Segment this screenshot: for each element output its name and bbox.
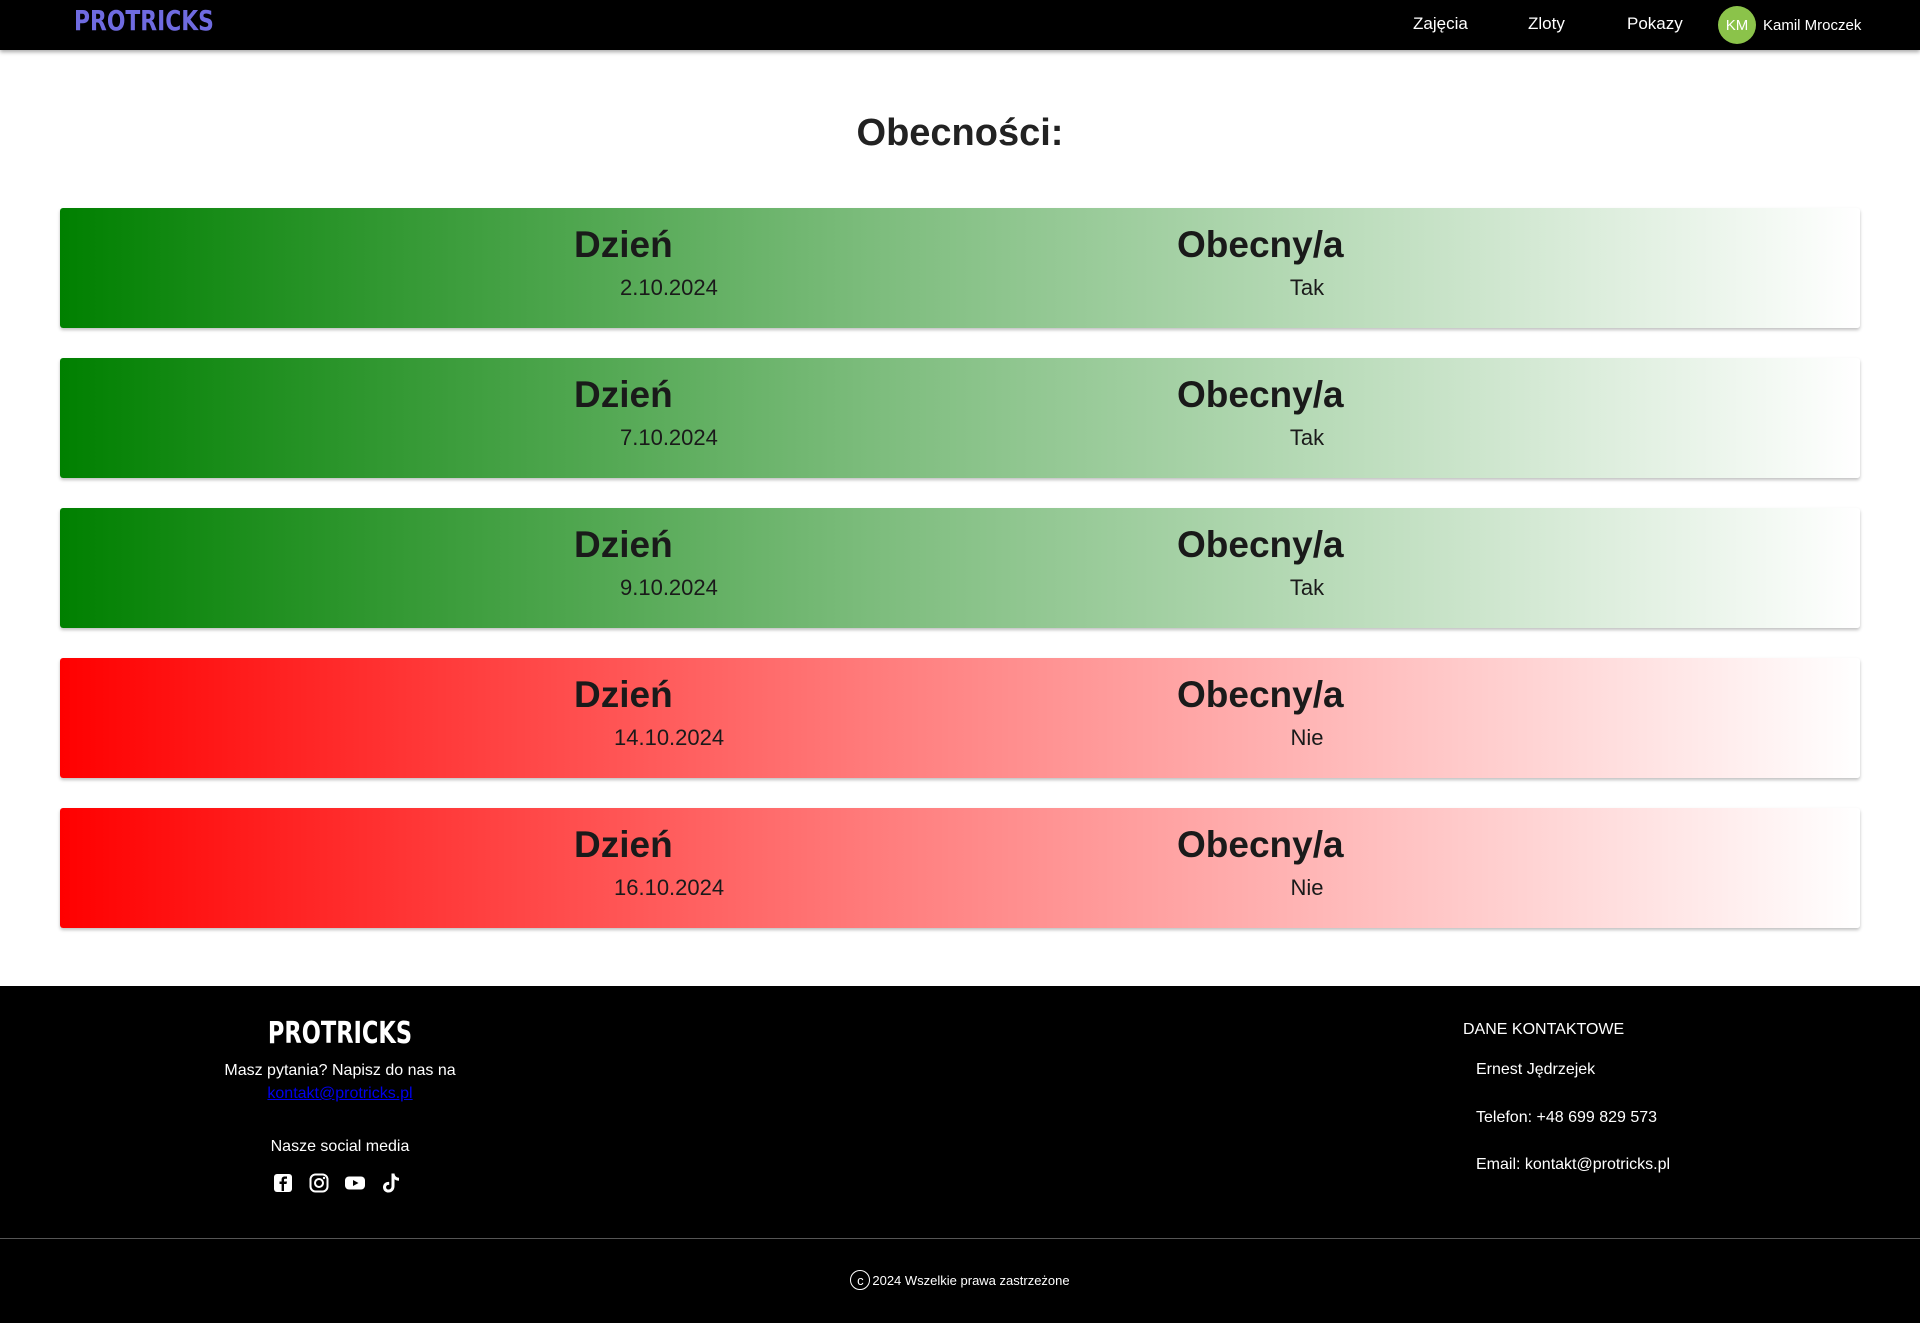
day-heading: Dzień	[574, 674, 673, 715]
contact-name: Ernest Jędrzejek	[1476, 1061, 1596, 1078]
day-heading: Dzień	[574, 374, 673, 415]
present-column: Obecny/a Nie	[1177, 674, 1437, 751]
present-value: Tak	[1289, 275, 1325, 300]
present-value: Nie	[1290, 725, 1324, 750]
day-column: Dzień 9.10.2024	[574, 524, 814, 601]
facebook-icon[interactable]	[272, 1172, 294, 1194]
present-heading: Obecny/a	[1177, 674, 1344, 715]
present-column: Obecny/a Tak	[1177, 374, 1437, 451]
youtube-icon[interactable]	[344, 1172, 366, 1194]
attendance-card: Dzień 9.10.2024 Obecny/a Tak	[60, 508, 1860, 628]
footer-email-link[interactable]: kontakt@protricks.pl	[267, 1085, 412, 1102]
footer-logo: PROTRICKS	[267, 1016, 413, 1051]
nav-link-zloty[interactable]: Zloty	[1528, 14, 1565, 34]
day-column: Dzień 16.10.2024	[574, 824, 814, 901]
day-heading: Dzień	[574, 524, 673, 565]
instagram-icon[interactable]	[308, 1172, 330, 1194]
page-title: Obecności:	[856, 112, 1064, 154]
avatar[interactable]: KM	[1718, 6, 1756, 44]
footer-question: Masz pytania? Napisz do nas na	[224, 1062, 456, 1079]
footer-divider	[0, 1238, 1920, 1239]
present-heading: Obecny/a	[1177, 374, 1344, 415]
footer-email-wrapper: kontakt@protricks.pl	[140, 1085, 540, 1103]
social-links	[272, 1172, 402, 1194]
present-value: Nie	[1290, 875, 1324, 900]
attendance-card: Dzień 2.10.2024 Obecny/a Tak	[60, 208, 1860, 328]
contact-phone: Telefon: +48 699 829 573	[1476, 1109, 1658, 1126]
attendance-card: Dzień 14.10.2024 Obecny/a Nie	[60, 658, 1860, 778]
present-column: Obecny/a Tak	[1177, 524, 1437, 601]
copyright: c 2024 Wszelkie prawa zastrzeżone	[0, 1270, 1920, 1290]
tiktok-icon[interactable]	[380, 1172, 402, 1194]
present-heading: Obecny/a	[1177, 524, 1344, 565]
day-heading: Dzień	[574, 824, 673, 865]
day-value: 7.10.2024	[620, 425, 718, 450]
attendance-card: Dzień 7.10.2024 Obecny/a Tak	[60, 358, 1860, 478]
footer: PROTRICKS Masz pytania? Napisz do nas na…	[0, 986, 1920, 1323]
navbar: PROTRICKS Zajęcia Zloty Pokazy KM Kamil …	[0, 0, 1920, 50]
contact-email: Email: kontakt@protricks.pl	[1476, 1156, 1671, 1173]
day-value: 9.10.2024	[620, 575, 718, 600]
user-menu[interactable]: KM Kamil Mroczek	[1718, 6, 1861, 44]
present-value: Tak	[1289, 575, 1325, 600]
day-value: 2.10.2024	[620, 275, 718, 300]
present-heading: Obecny/a	[1177, 824, 1344, 865]
day-column: Dzień 7.10.2024	[574, 374, 814, 451]
nav-link-zajecia[interactable]: Zajęcia	[1413, 14, 1468, 34]
day-column: Dzień 14.10.2024	[574, 674, 814, 751]
day-value: 14.10.2024	[614, 725, 725, 750]
copyright-text: 2024 Wszelkie prawa zastrzeżone	[872, 1272, 1070, 1288]
present-value: Tak	[1289, 425, 1325, 450]
contact-title: DANE KONTAKTOWE	[1463, 1021, 1625, 1038]
present-column: Obecny/a Nie	[1177, 824, 1437, 901]
social-title: Nasze social media	[270, 1138, 410, 1155]
logo[interactable]: PROTRICKS	[74, 4, 214, 37]
attendance-card: Dzień 16.10.2024 Obecny/a Nie	[60, 808, 1860, 928]
day-column: Dzień 2.10.2024	[574, 224, 814, 301]
present-heading: Obecny/a	[1177, 224, 1344, 265]
copyright-icon: c	[850, 1270, 871, 1290]
day-value: 16.10.2024	[614, 875, 725, 900]
day-heading: Dzień	[574, 224, 673, 265]
present-column: Obecny/a Tak	[1177, 224, 1437, 301]
user-name[interactable]: Kamil Mroczek	[1763, 17, 1861, 34]
nav-link-pokazy[interactable]: Pokazy	[1627, 14, 1683, 34]
